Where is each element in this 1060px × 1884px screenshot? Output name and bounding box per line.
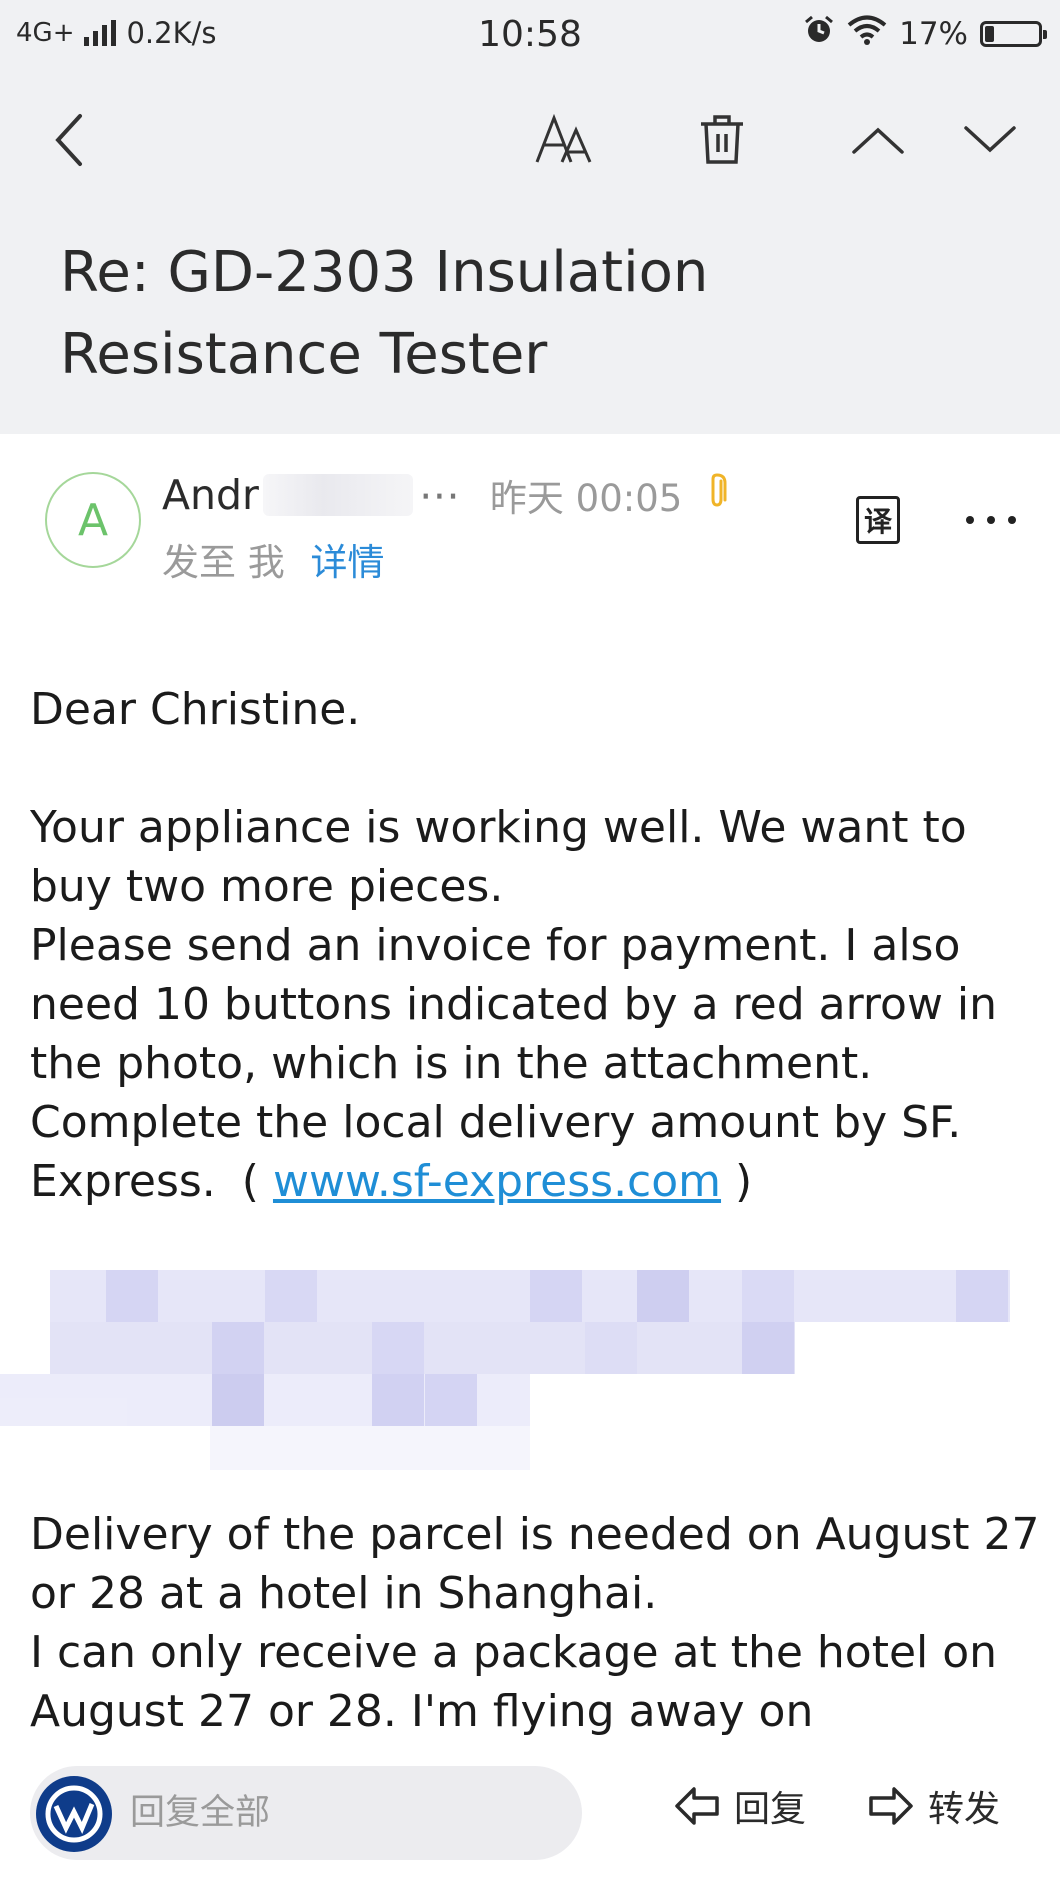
reply-icon [675,1787,719,1825]
redacted-sender [262,474,413,516]
email-subject: Re: GD-2303 Insulation Resistance Tester [60,240,709,387]
sender-line: Andr ⋯ 昨天 00:05 [162,468,728,522]
trash-icon [701,115,743,164]
next-email-button[interactable] [950,100,1030,180]
pixelated-redaction [0,1270,1010,1470]
more-dot [966,516,974,524]
body-paragraph-3: Complete the local delivery amount by SF… [30,1093,1040,1211]
sender-name[interactable]: Andr [162,471,259,519]
toolbar [0,100,1060,180]
delete-button[interactable] [682,100,762,180]
forward-label: 转发 [928,1789,1001,1830]
back-button[interactable] [30,100,110,180]
attachment-icon[interactable] [706,471,728,519]
chevron-down-icon [964,126,1016,153]
battery-icon [980,21,1047,47]
translate-button[interactable]: 译 [856,496,900,544]
watermark-logo-icon [36,1776,112,1852]
more-dot [1008,516,1016,524]
previous-email-button[interactable] [838,100,918,180]
sender-avatar[interactable]: A [45,472,141,568]
font-size-button[interactable] [524,100,604,180]
bottom-action-bar: 回复全部 回复 转发 [0,1740,1060,1884]
battery-level [985,26,994,42]
wifi-icon [847,14,887,54]
forward-button[interactable]: 转发 [868,1780,1000,1832]
reply-label: 回复 [734,1789,807,1830]
greeting: Dear Christine. [30,684,361,735]
battery-percent: 17% [899,16,968,52]
status-bar: 4G+ 0.2K/s 10:58 17% [0,0,1060,76]
chevron-up-icon [852,127,904,154]
recipient-text: 发至 我 [162,541,285,584]
reply-all-label: 回复全部 [130,1793,271,1833]
reply-all-button[interactable]: 回复全部 [30,1766,582,1860]
forward-icon [869,1787,913,1825]
alarm-icon [803,14,835,54]
more-options-button[interactable] [966,500,1016,540]
email-time: 昨天 00:05 [489,477,683,520]
font-size-icon [535,114,592,163]
sender-ellipsis: ⋯ [418,471,460,519]
link-open-paren: ( [241,1156,259,1207]
link-close-paren: ) [735,1156,753,1207]
translate-icon: 译 [863,505,892,538]
recipient-line: 发至 我 详情 [162,532,385,586]
body-paragraph-5: I can only receive a package at the hote… [30,1627,998,1737]
body-paragraph-2: Please send an invoice for payment. I al… [30,920,998,1089]
email-header: 4G+ 0.2K/s 10:58 17% Re: GD-2303 Insulat… [0,0,1060,434]
chevron-left-icon [55,114,82,166]
body-paragraph-4: Delivery of the parcel is needed on Augu… [30,1509,1040,1619]
redacted-content [0,1270,1060,1480]
body-paragraph-1: Your appliance is working well. We want … [30,802,967,912]
details-link[interactable]: 详情 [311,541,385,584]
reply-button[interactable]: 回复 [674,1780,806,1832]
more-dot [987,516,995,524]
sf-express-link[interactable]: www.sf-express.com [273,1156,721,1207]
status-right: 17% [803,14,1047,54]
